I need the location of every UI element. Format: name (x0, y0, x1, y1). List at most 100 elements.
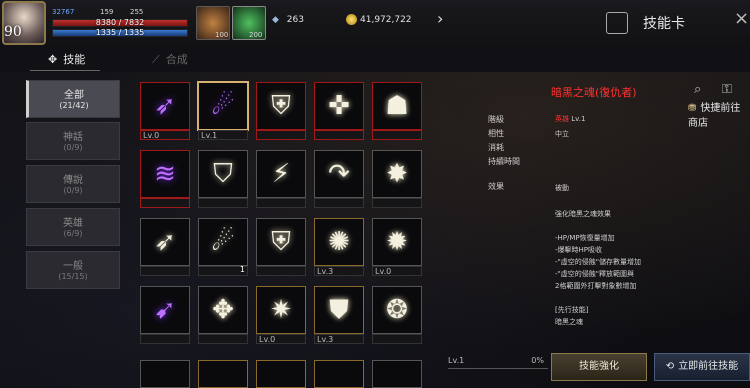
skill-card[interactable]: ✺ Lv.3 (314, 218, 364, 276)
gem-icon: ◆ (272, 15, 279, 25)
stat-2: 159 (100, 8, 114, 16)
skill-card[interactable]: ✜ (314, 82, 364, 140)
mp-bar: 1335 / 1335 (52, 28, 188, 37)
skill-glyph-icon: ✹ (386, 227, 408, 257)
skill-card-count: 1 (239, 265, 245, 274)
skill-card-image: ↷ (314, 150, 364, 198)
description-line: -"虛空的侵蝕"儲存數量增加 (555, 258, 641, 266)
leaf-item-count: 200 (249, 31, 263, 39)
sidebar-item-all[interactable]: 全部 (21/42) (26, 80, 120, 118)
description-line: 2格範圍外打擊對象數增加 (555, 282, 637, 290)
skill-glyph-icon: ☄ (211, 91, 235, 121)
description-line: [先行技能] (555, 306, 589, 314)
skill-card[interactable]: ✷ Lv.0 (256, 286, 306, 344)
skill-card[interactable]: ➶ (140, 218, 190, 276)
skill-card[interactable]: ✥ (198, 286, 248, 344)
label-duration: 持續時間 (488, 157, 520, 166)
sidebar-item-legend[interactable]: 傳說 (0/9) (26, 165, 120, 203)
skill-card-level: Lv.0 (372, 266, 422, 276)
tab-row: ✥ 技能 ⟋ 合成 ⛃ 快捷前往商店 (0, 46, 750, 129)
lock-icon[interactable]: ⚿ (722, 82, 732, 97)
skill-card-image: ⛊ (314, 286, 364, 334)
skill-glyph-icon: ✸ (386, 159, 408, 189)
skill-card-level: Lv.3 (314, 266, 364, 276)
skill-card[interactable]: ⛨ (256, 82, 306, 140)
goto-skill-button[interactable]: ⟲ 立即前往技能 (654, 353, 750, 381)
skill-card[interactable]: ☄ Lv.1 (198, 82, 248, 140)
enhance-skill-button[interactable]: 技能強化 (551, 353, 647, 381)
skill-card-level (198, 334, 248, 344)
skill-card-level (140, 266, 190, 276)
skill-card-image: ✷ (256, 286, 306, 334)
skill-card-level (256, 198, 306, 208)
skill-glyph-icon: ✥ (212, 295, 234, 325)
shop-icon: ⛃ (688, 103, 697, 114)
skill-card-level: Lv.3 (314, 334, 364, 344)
skill-card-level (140, 334, 190, 344)
skill-card[interactable]: ⛨ (256, 218, 306, 276)
currency-expand-arrow[interactable]: › (437, 9, 443, 28)
skill-glyph-icon: ☗ (385, 91, 409, 121)
skill-glyph-icon: ➶ (154, 227, 176, 257)
skill-card[interactable]: ✹ Lv.0 (372, 218, 422, 276)
skill-card-level (256, 130, 306, 140)
skill-card-level (372, 130, 422, 140)
potion-icon[interactable]: 100 (196, 6, 230, 40)
description-line: -"虛空的侵蝕"釋放範圍與 (555, 270, 634, 278)
label-cost: 消耗 (488, 143, 504, 152)
skill-card-level (314, 198, 364, 208)
skill-card[interactable]: ✸ (372, 150, 422, 208)
potion-count: 100 (215, 31, 229, 39)
skill-card[interactable]: ⚡ (256, 150, 306, 208)
skill-glyph-icon: ≋ (154, 159, 176, 189)
description-line: -HP/MP恢復量增加 (555, 234, 615, 242)
goto-shop-link[interactable]: ⛃ 快捷前往商店 (688, 99, 750, 129)
player-level: 90 (4, 24, 22, 40)
skill-card[interactable]: ⛊ Lv.3 (314, 286, 364, 344)
skill-glyph-icon: ↷ (328, 159, 350, 189)
close-icon[interactable]: × (734, 8, 749, 29)
sidebar-item-normal[interactable]: 一般 (15/15) (26, 251, 120, 289)
skill-glyph-icon: ➹ (154, 295, 176, 325)
skill-glyph-icon: ✺ (328, 227, 350, 257)
skill-glyph-icon: ❂ (386, 295, 408, 325)
skill-glyph-icon: ☄ (211, 227, 235, 257)
skill-card-image: ✥ (198, 286, 248, 334)
skill-card[interactable]: ☄ 1 (198, 218, 248, 276)
description-line: 強化暗黑之魂效果 (555, 210, 611, 218)
description-line (555, 292, 641, 304)
search-icon[interactable]: ⌕ (694, 82, 701, 97)
skill-card-level (372, 198, 422, 208)
skill-card-image: ⛨ (256, 218, 306, 266)
skill-card[interactable]: ➶ Lv.0 (140, 82, 190, 140)
label-effect: 效果 (488, 182, 504, 191)
skill-card-level (140, 198, 190, 208)
skill-card-level: Lv.0 (140, 130, 190, 140)
stat-3: 255 (130, 8, 144, 16)
skill-card-level: Lv.0 (256, 334, 306, 344)
leaf-item-icon[interactable]: 200 (232, 6, 266, 40)
skill-card-level (256, 266, 306, 276)
tab-combine[interactable]: ⟋ 合成 (152, 51, 188, 67)
skill-card[interactable]: ⛉ (198, 150, 248, 208)
skill-card[interactable]: ≋ (140, 150, 190, 208)
skill-card-image: ⛨ (256, 82, 306, 130)
top-bar: 90 32767 159 255 8380 / 7832 1335 / 1335… (0, 0, 750, 46)
skill-card-image: ☗ (372, 82, 422, 130)
sidebar-item-hero[interactable]: 英雄 (6/9) (26, 208, 120, 246)
skill-card[interactable]: ❂ (372, 286, 422, 344)
mp-text: 1335 / 1335 (95, 28, 145, 37)
label-grade: 階級 (488, 115, 504, 124)
skill-card-icon (606, 12, 628, 34)
skill-card[interactable]: ➹ (140, 286, 190, 344)
skill-card-image: ≋ (140, 150, 190, 198)
hp-bar: 8380 / 7832 (52, 18, 188, 27)
skill-card[interactable]: ☗ (372, 82, 422, 140)
skill-glyph-icon: ⛉ (213, 159, 233, 189)
tab-skills[interactable]: ✥ 技能 (48, 51, 85, 67)
hp-text: 8380 / 7832 (95, 18, 145, 27)
skill-card[interactable]: ↷ (314, 150, 364, 208)
gold-count: 41,972,722 (360, 15, 412, 25)
sidebar-item-mythic[interactable]: 神話 (0/9) (26, 122, 120, 160)
skill-card-image: ☄ (198, 218, 248, 266)
